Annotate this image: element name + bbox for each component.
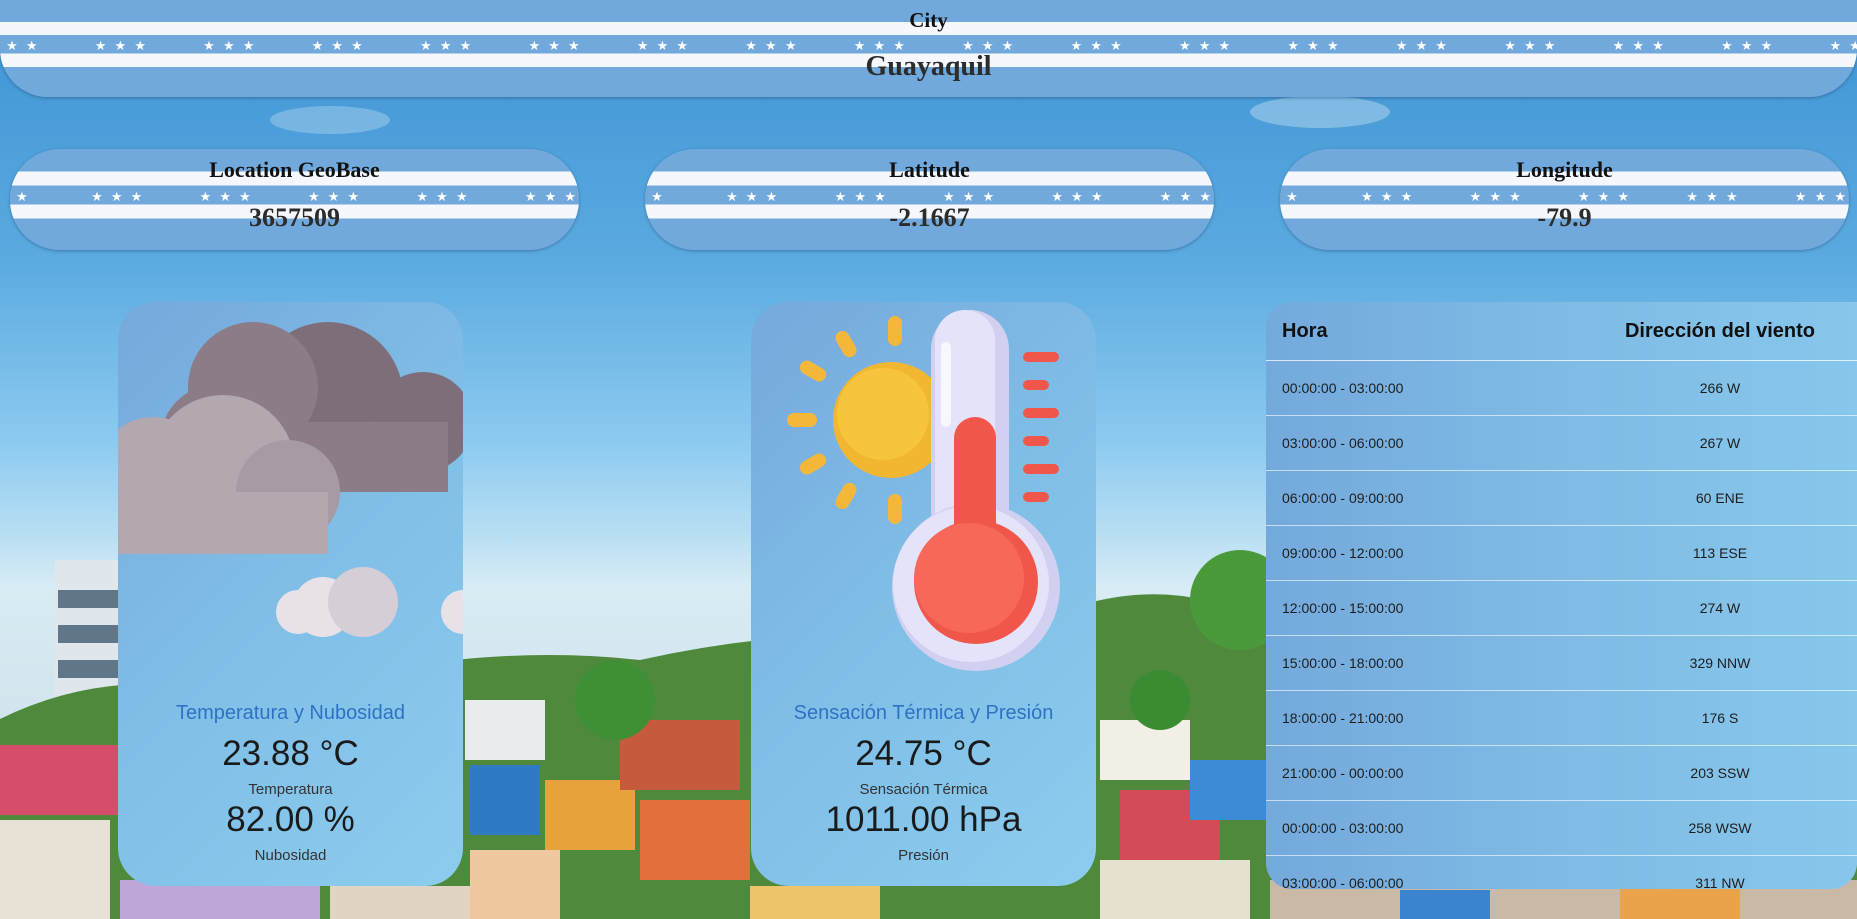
column-header-direccion: Dirección del viento [1583,302,1857,361]
cloudiness-value: 82.00 % [226,800,355,839]
latitude-value: -2.1667 [889,203,970,232]
temperature-label: Temperatura [248,781,333,798]
table-row: 09:00:00 - 12:00:00 113 ESE [1266,525,1857,581]
temperature-value: 23.88 °C [222,734,359,773]
time-cell: 09:00:00 - 12:00:00 [1266,525,1583,581]
longitude-banner: ★ ★ ★ ★ ★ ★ ★ ★ ★ ★ ★ ★ ★ ★ ★ ★ ★ Longit… [1280,149,1849,250]
longitude-value: -79.9 [1537,203,1592,232]
city-value: Guayaquil [865,51,992,82]
card-title: Temperatura y Nubosidad [175,702,405,724]
time-cell: 15:00:00 - 18:00:00 [1266,635,1583,691]
time-cell: 12:00:00 - 15:00:00 [1266,580,1583,636]
time-cell: 03:00:00 - 06:00:00 [1282,875,1404,889]
table-row: 21:00:00 - 00:00:00 203 SSW [1266,745,1857,801]
direction-cell: 311 NW [1695,875,1745,889]
direction-cell: 113 ESE [1583,525,1857,581]
sun-thermometer-icon [787,310,1060,671]
direction-cell: 274 W [1583,580,1857,636]
time-cell: 00:00:00 - 03:00:00 [1266,800,1583,856]
table-header-row: Hora Dirección del viento [1266,302,1857,361]
table-row: 00:00:00 - 03:00:00 258 WSW [1266,800,1857,856]
time-cell: 21:00:00 - 00:00:00 [1266,745,1583,801]
direction-cell: 203 SSW [1583,745,1857,801]
location-geobase-banner: ★ ★ ★ ★ ★ ★ ★ ★ ★ ★ ★ ★ ★ ★ ★ ★ ★ Locati… [10,149,579,250]
latitude-label: Latitude [889,157,970,182]
city-label: City [909,8,948,32]
direction-cell: 60 ENE [1583,470,1857,526]
table-row: 03:00:00 - 06:00:00 311 NW [1266,856,1857,889]
latitude-banner: ★ ★ ★ ★ ★ ★ ★ ★ ★ ★ ★ ★ ★ ★ ★ ★ ★ Latitu… [645,149,1214,250]
card-title: Sensación Térmica y Presión [793,702,1054,724]
feels-like-pressure-card: Sensación Térmica y Presión 24.75 °C Sen… [751,302,1096,886]
feels-like-value: 24.75 °C [855,734,992,773]
time-cell: 03:00:00 - 06:00:00 [1266,415,1583,471]
city-banner: ★ ★ ★ ★ ★ ★ ★ ★ ★ ★ ★ ★ ★ ★ ★ ★ ★ ★ ★ ★ … [0,0,1857,97]
longitude-label: Longitude [1516,157,1613,182]
time-cell: 06:00:00 - 09:00:00 [1266,470,1583,526]
table-row: 18:00:00 - 21:00:00 176 S [1266,690,1857,746]
pressure-label: Presión [898,847,949,864]
time-cell: 18:00:00 - 21:00:00 [1266,690,1583,746]
table-row: 15:00:00 - 18:00:00 329 NNW [1266,635,1857,691]
wind-table: Hora Dirección del viento 00:00:00 - 03:… [1266,302,1857,889]
location-geobase-value: 3657509 [249,203,340,232]
table-row: 12:00:00 - 15:00:00 274 W [1266,580,1857,636]
direction-cell: 176 S [1583,690,1857,746]
table-row: 00:00:00 - 03:00:00 266 W [1266,360,1857,416]
direction-cell: 266 W [1583,360,1857,416]
location-geobase-label: Location GeoBase [209,157,380,182]
temperature-cloudiness-card: Temperatura y Nubosidad 23.88 °C Tempera… [118,302,463,886]
direction-cell: 267 W [1583,415,1857,471]
table-row: 06:00:00 - 09:00:00 60 ENE [1266,470,1857,526]
cloudiness-label: Nubosidad [254,847,327,864]
wind-direction-table: Hora Dirección del viento 00:00:00 - 03:… [1266,302,1857,889]
table-row: 03:00:00 - 06:00:00 267 W [1266,415,1857,471]
time-cell: 00:00:00 - 03:00:00 [1266,360,1583,416]
cloudy-icon [118,322,463,637]
feels-like-label: Sensación Térmica [859,781,988,798]
pressure-value: 1011.00 hPa [825,800,1022,839]
direction-cell: 329 NNW [1583,635,1857,691]
column-header-hora: Hora [1266,302,1583,361]
direction-cell: 258 WSW [1583,800,1857,856]
